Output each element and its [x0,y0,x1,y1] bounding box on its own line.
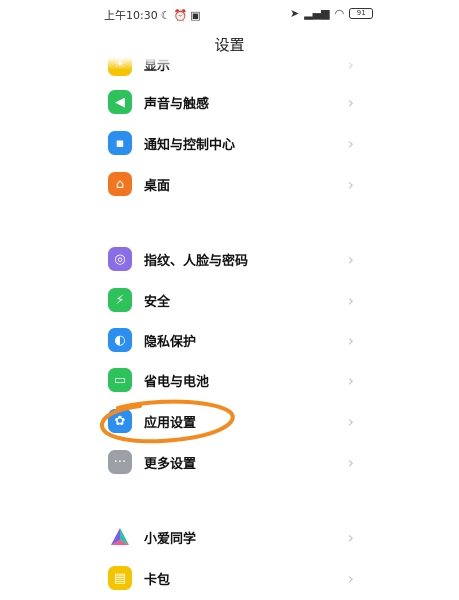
settings-item-wallet[interactable]: ▤ 卡包 › [108,560,354,596]
app-notification-icon: ▣ [190,8,201,22]
settings-item-label: 声音与触感 [144,96,210,112]
chevron-right-icon: › [347,411,354,431]
signal-icon: ▂▄▆ [304,7,330,20]
shield-icon: ⚡ [108,288,132,312]
settings-item-label: 安全 [144,294,171,310]
settings-item-desktop[interactable]: ⌂ 桌面 › [108,166,354,202]
settings-item-notifications[interactable]: ▪ 通知与控制中心 › [108,125,354,161]
chevron-right-icon: › [347,452,354,472]
scroll-fade [100,52,360,70]
status-time: 上午10:30 ☾ ⏰ ▣ [104,7,201,23]
settings-item-sound[interactable]: ◀ 声音与触感 › [108,84,354,120]
alarm-icon: ⏰ [173,8,188,22]
fingerprint-icon: ◎ [108,247,132,271]
xiaoai-icon [108,525,132,549]
battery-icon: ▭ [108,368,132,392]
settings-item-xiaoai[interactable]: 小爱同学 › [108,519,354,555]
chevron-right-icon: › [347,249,354,269]
settings-item-label: 省电与电池 [144,374,210,390]
chevron-right-icon: › [347,290,354,310]
chevron-right-icon: › [347,568,354,588]
chevron-right-icon: › [347,133,354,153]
clock-text: 上午10:30 [104,9,158,22]
chevron-right-icon: › [347,92,354,112]
settings-item-security[interactable]: ⚡ 安全 › [108,282,354,318]
privacy-icon: ◐ [108,328,132,352]
more-icon: ··· [108,450,132,474]
chevron-right-icon: › [347,330,354,350]
settings-item-label: 指纹、人脸与密码 [144,253,249,269]
speaker-icon: ◀ [108,90,132,114]
settings-item-battery[interactable]: ▭ 省电与电池 › [108,362,354,398]
settings-item-label: 通知与控制中心 [144,137,236,153]
wallet-icon: ▤ [108,566,132,590]
notification-icon: ▪ [108,131,132,155]
location-icon: ➤ [290,7,300,20]
settings-item-label: 桌面 [144,178,171,194]
wifi-icon: ◠ [334,7,345,20]
settings-item-fingerprint[interactable]: ◎ 指纹、人脸与密码 › [108,241,354,277]
settings-item-label: 更多设置 [144,456,197,472]
battery-icon: 91 [349,8,374,19]
chevron-right-icon: › [347,174,354,194]
settings-item-label: 隐私保护 [144,334,197,350]
settings-item-privacy[interactable]: ◐ 隐私保护 › [108,322,354,358]
highlight-annotation [100,399,235,444]
moon-icon: ☾ [160,8,171,22]
chevron-right-icon: › [347,527,354,547]
settings-item-label: 小爱同学 [144,531,197,547]
status-bar: 上午10:30 ☾ ⏰ ▣ ➤ ▂▄▆ ◠ 91 [0,0,459,28]
settings-item-label: 卡包 [144,572,171,588]
status-icons: ➤ ▂▄▆ ◠ 91 [290,7,374,20]
chevron-right-icon: › [347,370,354,390]
xiaoai-logo [111,528,129,545]
settings-item-more[interactable]: ··· 更多设置 › [108,444,354,480]
home-icon: ⌂ [108,172,132,196]
